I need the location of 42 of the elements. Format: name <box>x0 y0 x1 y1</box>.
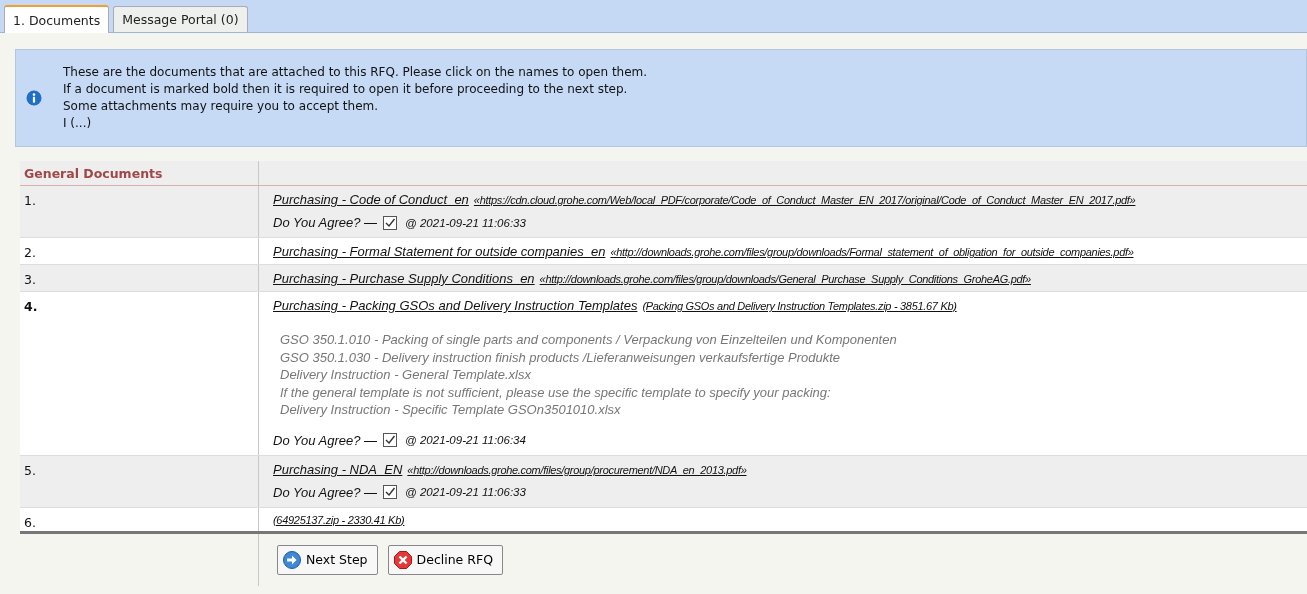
timestamp: @ 2021-09-21 11:06:34 <box>405 434 526 447</box>
file-link[interactable]: «http://downloads.grohe.com/files/group/downloads/General_Purchase_Supply_Conditions_GroheAG.pdf» <box>539 273 1031 285</box>
agree-label: Do You Agree? — <box>273 432 378 448</box>
info-text: If a document is marked bold then it is required to open it before proceeding to the next step. <box>63 81 629 98</box>
row-number: 3. <box>24 272 36 287</box>
row-number: 4. <box>24 299 38 314</box>
document-link[interactable]: Purchasing - Code of Conduct_en <box>273 192 469 207</box>
file-link[interactable]: (Packing GSOs and Delivery Instruction Templates.zip - 3851.67 Kb) <box>642 300 957 312</box>
description-text: If the general template is not sufficient, please use the specific template to specify your packing: <box>280 383 832 402</box>
description-text: Delivery Instruction - Specific Template GSOn3501010.xlsx <box>280 401 622 419</box>
agree-label: Do You Agree? — <box>273 215 378 230</box>
timestamp: @ 2021-09-21 11:06:33 <box>405 486 526 499</box>
document-link[interactable]: Purchasing - Formal Statement for outside companies_en <box>273 244 606 259</box>
description-text: GSO 350.1.030 - Delivery instruction finish products /Lieferanweisungen verkaufsfertige Produkte <box>280 348 841 367</box>
info-text: Some attachments may require you to accept them. <box>63 98 380 115</box>
file-link[interactable]: «http://downloads.grohe.com/files/group/downloads/Formal_statement_of_obligation_for_outside_companies.pdf» <box>610 246 1134 258</box>
row-number: 1. <box>24 193 36 208</box>
file-link[interactable]: «http://downloads.grohe.com/files/group/procurement/NDA_en_2013.pdf» <box>407 463 747 476</box>
row-number: 5. <box>24 462 36 478</box>
file-link[interactable]: «https://cdn.cloud.grohe.com/Web/local_PDF/corporate/Code_of_Conduct_Master_EN_2017/original/Code_of_Conduct_Master_EN_2017.pdf» <box>473 194 1136 206</box>
decline-button[interactable]: Decline RFQ <box>387 544 503 575</box>
info-icon <box>26 90 42 106</box>
next-step-button[interactable]: Next Step <box>277 544 378 575</box>
info-text: I (...) <box>63 115 93 132</box>
checkbox[interactable] <box>383 215 398 230</box>
timestamp: @ 2021-09-21 11:06:33 <box>405 216 526 229</box>
file-link[interactable]: (64925137.zip - 2330.41 Kb) <box>273 513 405 526</box>
checkbox[interactable] <box>383 433 398 448</box>
document-link[interactable]: Purchasing - NDA_EN <box>273 461 403 477</box>
row-number: 6. <box>24 514 36 530</box>
tab[interactable]: 1. Documents <box>4 5 110 33</box>
description-text: Delivery Instruction - General Template.xlsx <box>280 366 532 384</box>
close-icon <box>393 550 412 569</box>
description-text: GSO 350.1.010 - Packing of single parts and components / Verpackung von Einzelteilen und Komponenten <box>280 331 898 349</box>
document-link[interactable]: Purchasing - Purchase Supply Conditions_en <box>273 271 535 286</box>
document-link[interactable]: Purchasing - Packing GSOs and Delivery Instruction Templates <box>273 298 638 313</box>
agree-label: Do You Agree? — <box>273 484 378 500</box>
info-text: These are the documents that are attached to this RFQ. Please click on the names to open them. <box>63 64 648 81</box>
tab[interactable]: Message Portal (0) <box>113 6 248 32</box>
row-number: 2. <box>24 245 36 260</box>
checkbox[interactable] <box>383 485 398 500</box>
table-heading: General Documents <box>20 161 259 186</box>
